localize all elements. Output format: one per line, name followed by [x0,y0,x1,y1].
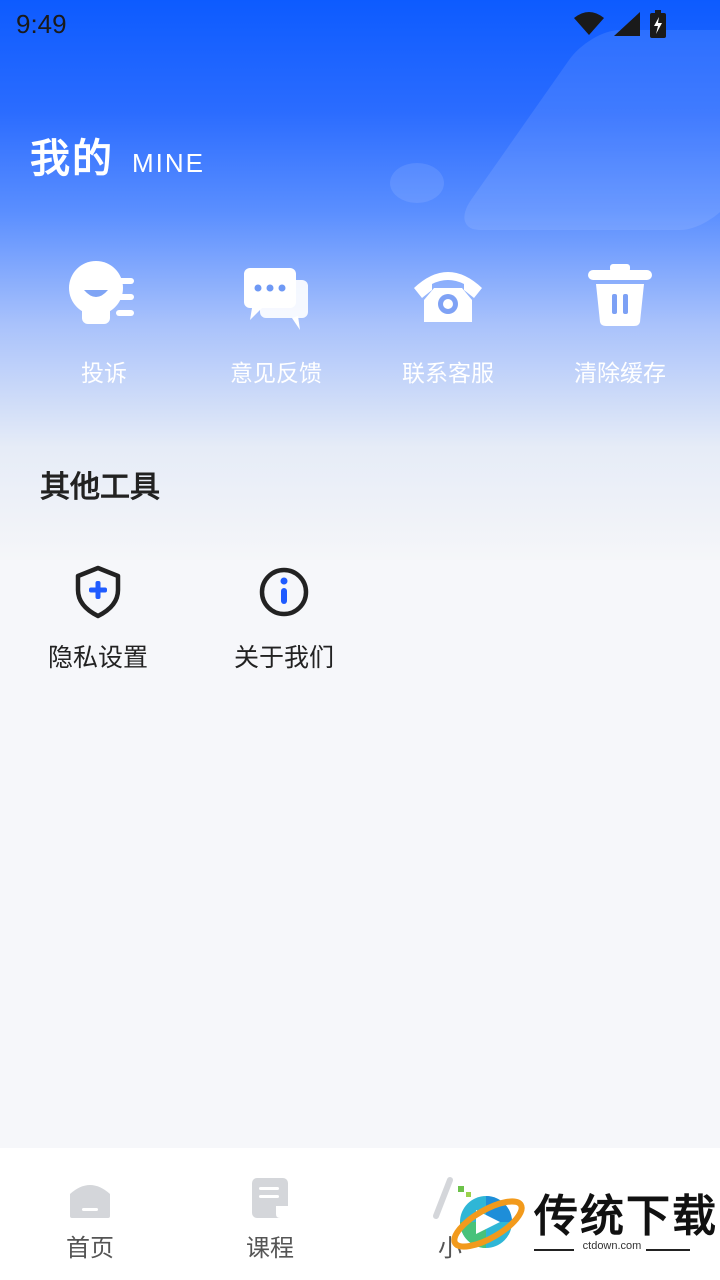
tools-list: 隐私设置 关于我们 [0,564,377,674]
tool-about-us[interactable]: 关于我们 [191,564,377,674]
tab-label: 首页 [66,1234,114,1262]
page-title: 我的 MINE [30,126,205,184]
status-time: 9:49 [16,8,67,39]
quick-action-label: 意见反馈 [230,361,322,387]
status-bar: 9:49 [0,0,720,48]
quick-action-complaint[interactable]: 投诉 [18,258,190,388]
home-icon [70,1185,110,1218]
watermark: 传统下载 ctdown.com [446,1180,716,1260]
trash-icon [588,264,652,326]
section-title: 其他工具 [40,470,160,505]
quick-action-clear-cache[interactable]: 清除缓存 [534,258,706,388]
decorative-shape [449,30,720,230]
quick-action-label: 投诉 [81,361,127,387]
feedback-icon [244,268,308,330]
page-title-sub: MINE [132,148,205,178]
quick-action-contact[interactable]: 联系客服 [362,258,534,388]
watermark-logo-icon [451,1186,525,1250]
decorative-circle [390,163,444,203]
signal-icon [614,12,640,36]
quick-action-feedback[interactable]: 意见反馈 [190,258,362,388]
course-icon [252,1178,288,1218]
watermark-text: 传统下载 [534,1191,718,1242]
status-icons [574,10,666,38]
quick-action-label: 联系客服 [402,361,494,387]
watermark-line-right [646,1249,690,1251]
tab-home[interactable]: 首页 [0,1148,180,1280]
tool-label: 关于我们 [233,643,334,672]
privacy-shield-icon [75,565,121,619]
tab-label: 课程 [246,1234,294,1262]
tab-course[interactable]: 课程 [180,1148,360,1280]
quick-action-label: 清除缓存 [574,361,666,387]
tool-privacy-settings[interactable]: 隐私设置 [5,564,191,674]
phone-icon [414,272,482,322]
quick-actions: 投诉 意见反馈 联系客服 清除缓存 [0,258,720,388]
wifi-icon [574,12,604,35]
tool-label: 隐私设置 [47,643,148,672]
info-icon [259,567,309,617]
battery-icon [650,10,666,38]
complaint-icon [69,261,134,324]
page-title-main: 我的 [30,136,114,182]
